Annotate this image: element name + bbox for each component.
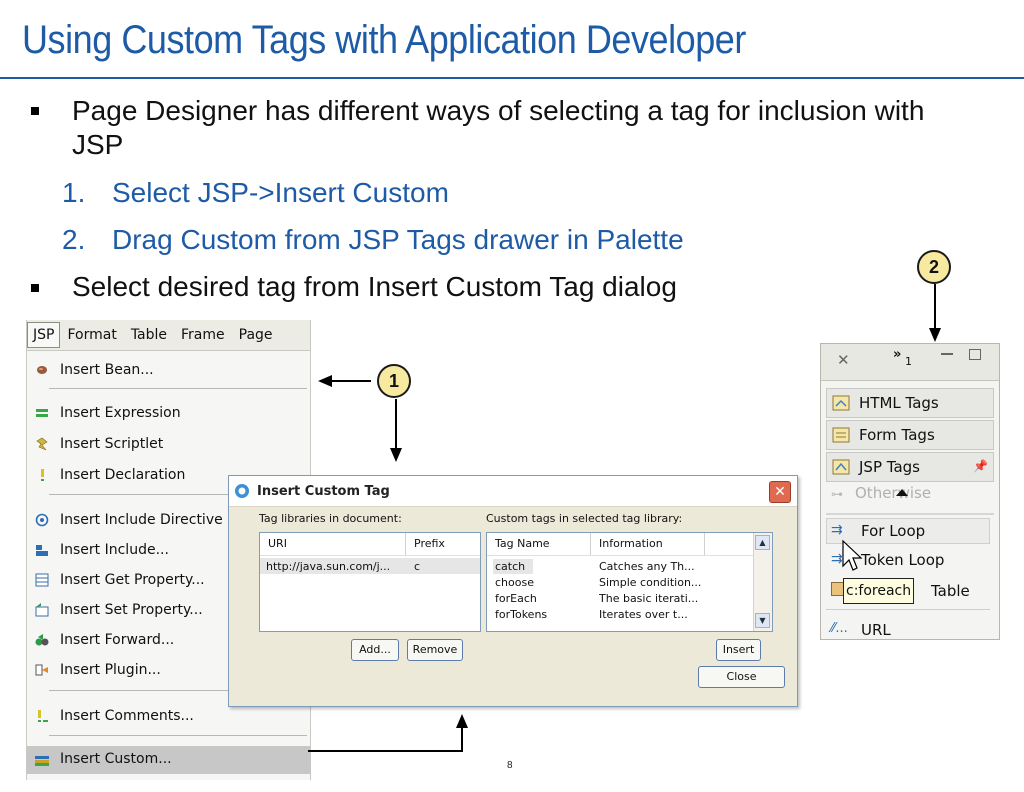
table-cell-prefix[interactable]: c bbox=[414, 559, 454, 574]
tag-row-name[interactable]: catch bbox=[495, 559, 587, 574]
callout-2: 2 bbox=[917, 250, 951, 284]
slide-title: Using Custom Tags with Application Devel… bbox=[22, 18, 746, 62]
tag-row-name[interactable]: forEach bbox=[495, 591, 587, 606]
sub-item-select-jsp: Select JSP->Insert Custom bbox=[112, 177, 449, 208]
minimize-icon[interactable] bbox=[941, 353, 953, 355]
tag-row-name[interactable]: choose bbox=[495, 575, 587, 590]
pin-icon[interactable]: 📌 bbox=[973, 459, 988, 473]
tag-row-info[interactable]: Iterates over t... bbox=[599, 607, 749, 622]
bullet-marker bbox=[31, 284, 39, 292]
drawer-html-tags[interactable]: HTML Tags bbox=[826, 388, 994, 418]
custom-tags-table[interactable]: Tag Name Information catch Catches any T… bbox=[486, 532, 773, 632]
menubar-item-frame[interactable]: Frame bbox=[174, 323, 232, 347]
menu-bar: JSP Format Table Frame Page bbox=[27, 320, 310, 351]
add-library-button[interactable]: Add... bbox=[351, 639, 399, 661]
forward-icon bbox=[35, 634, 49, 646]
tag-tooltip: c:foreach bbox=[843, 578, 915, 604]
dialog-titlebar[interactable]: Insert Custom Tag ✕ bbox=[229, 476, 797, 507]
hidden-views-count: 1 bbox=[905, 355, 912, 368]
table-cell-uri[interactable]: http://java.sun.com/j... bbox=[266, 559, 406, 574]
palette-tab-bar: ✕ » 1 bbox=[821, 344, 999, 381]
remove-library-button[interactable]: Remove bbox=[407, 639, 463, 661]
tag-row-info[interactable]: The basic iterati... bbox=[599, 591, 749, 606]
palette-entry-for-loop[interactable]: For Loop bbox=[861, 522, 925, 540]
plugin-icon bbox=[35, 664, 48, 676]
palette-entry-url[interactable]: URL bbox=[861, 621, 891, 639]
token-loop-icon: ⇉ bbox=[831, 551, 843, 567]
palette-separator bbox=[826, 609, 990, 610]
custom-tags-label: Custom tags in selected tag library: bbox=[486, 512, 683, 525]
insert-custom-tag-dialog: Insert Custom Tag ✕ Tag libraries in doc… bbox=[228, 475, 798, 707]
tag-row-info[interactable]: Simple condition... bbox=[599, 575, 749, 590]
insertion-marker-icon bbox=[896, 489, 908, 496]
column-header-uri[interactable]: URI bbox=[260, 533, 406, 555]
form-tags-icon bbox=[832, 427, 850, 443]
scroll-up-icon[interactable]: ▲ bbox=[755, 535, 770, 550]
get-property-icon bbox=[35, 573, 49, 587]
menu-item-insert-bean[interactable]: Insert Bean... bbox=[27, 357, 310, 383]
bullet-page-designer: Page Designer has different ways of sele… bbox=[72, 95, 925, 160]
url-icon: ⁄⁄... bbox=[831, 621, 848, 636]
menu-item-insert-scriptlet[interactable]: Insert Scriptlet bbox=[27, 431, 310, 457]
tag-row-info[interactable]: Catches any Th... bbox=[599, 559, 749, 574]
drawer-form-tags[interactable]: Form Tags bbox=[826, 420, 994, 450]
menubar-item-format[interactable]: Format bbox=[60, 323, 123, 347]
column-header-tag-name[interactable]: Tag Name bbox=[487, 533, 591, 555]
dialog-app-icon bbox=[235, 484, 249, 498]
table-header: Tag Name Information bbox=[487, 533, 772, 556]
menubar-item-jsp[interactable]: JSP bbox=[27, 322, 61, 348]
palette-entry-table[interactable]: Table bbox=[931, 582, 970, 600]
palette-entry-otherwise: Otherwise bbox=[855, 484, 932, 502]
declaration-icon bbox=[41, 469, 44, 481]
menubar-item-page[interactable]: Page bbox=[232, 323, 280, 347]
column-header-information[interactable]: Information bbox=[591, 533, 705, 555]
insert-button[interactable]: Insert bbox=[716, 639, 761, 661]
expression-icon bbox=[36, 409, 48, 417]
column-header-prefix[interactable]: Prefix bbox=[406, 533, 480, 555]
palette-close-icon[interactable]: ✕ bbox=[837, 351, 850, 369]
table-header: URI Prefix bbox=[260, 533, 480, 556]
sub-item-drag-custom: Drag Custom from JSP Tags drawer in Pale… bbox=[112, 224, 684, 255]
include-icon bbox=[36, 545, 48, 556]
menu-separator bbox=[49, 388, 307, 389]
tag-row-name[interactable]: forTokens bbox=[495, 607, 587, 622]
scroll-down-icon[interactable]: ▼ bbox=[755, 613, 770, 628]
tag-libraries-label: Tag libraries in document: bbox=[259, 512, 402, 525]
drawer-jsp-tags[interactable]: JSP Tags 📌 bbox=[826, 452, 994, 482]
set-property-icon bbox=[35, 603, 49, 617]
menu-item-insert-expression[interactable]: Insert Expression bbox=[27, 400, 310, 426]
for-loop-icon: ⇉ bbox=[831, 522, 843, 538]
close-button[interactable]: Close bbox=[698, 666, 785, 688]
callout-1: 1 bbox=[377, 364, 411, 398]
drawer-separator bbox=[826, 513, 994, 515]
include-directive-icon bbox=[35, 513, 49, 527]
title-divider bbox=[0, 77, 1024, 79]
maximize-icon[interactable] bbox=[969, 349, 981, 360]
scriptlet-icon bbox=[36, 437, 48, 451]
page-number: 8 bbox=[507, 760, 513, 771]
more-views-icon[interactable]: » bbox=[893, 347, 901, 362]
jsp-tags-icon bbox=[832, 459, 850, 475]
dialog-title: Insert Custom Tag bbox=[257, 484, 390, 499]
palette-entry-token-loop[interactable]: Token Loop bbox=[861, 551, 944, 569]
dialog-close-icon[interactable]: ✕ bbox=[769, 481, 791, 503]
menu-item-insert-custom[interactable]: Insert Custom... bbox=[27, 746, 310, 774]
bullet-select-tag: Select desired tag from Insert Custom Ta… bbox=[72, 271, 677, 302]
sub-item-number-2: 2. bbox=[62, 224, 86, 255]
menu-separator bbox=[49, 735, 307, 736]
otherwise-icon: ⊶ bbox=[831, 487, 843, 501]
tag-libraries-table[interactable]: URI Prefix http://java.sun.com/j... c bbox=[259, 532, 481, 632]
bean-icon bbox=[37, 366, 47, 374]
bullet-marker bbox=[31, 107, 39, 115]
html-tags-icon bbox=[832, 395, 850, 411]
comments-icon bbox=[38, 710, 48, 722]
tags-scrollbar[interactable]: ▲ ▼ bbox=[753, 533, 772, 631]
sub-item-number-1: 1. bbox=[62, 177, 86, 208]
menubar-item-table[interactable]: Table bbox=[124, 323, 174, 347]
custom-tag-icon bbox=[35, 756, 49, 766]
